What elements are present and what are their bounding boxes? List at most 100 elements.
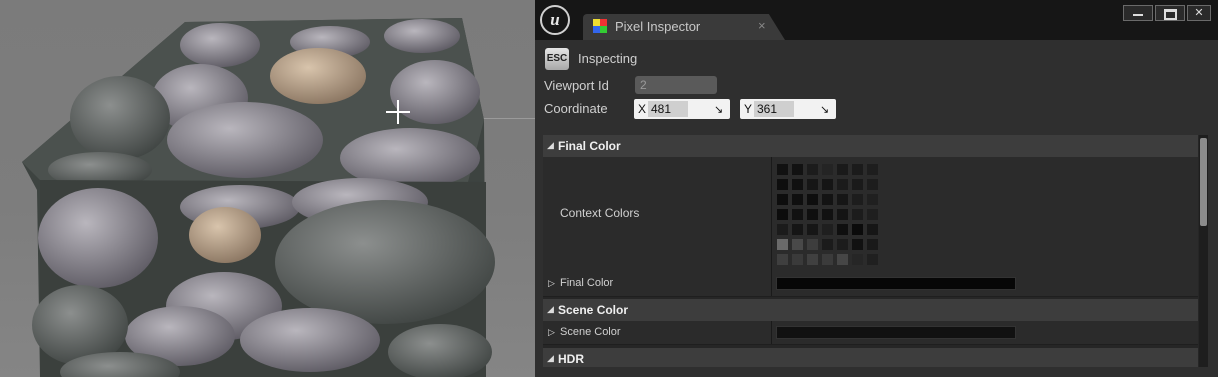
expand-arrow-icon[interactable]: ▷	[548, 327, 555, 338]
context-color-cell	[792, 179, 803, 190]
coordinate-label: Coordinate	[544, 101, 608, 116]
title-bar[interactable]: u Pixel Inspector × ✕	[535, 0, 1218, 40]
context-color-cell	[837, 209, 848, 220]
context-color-cell	[837, 224, 848, 235]
context-color-cell	[822, 224, 833, 235]
context-color-cell	[777, 239, 788, 250]
context-color-cell	[822, 254, 833, 265]
viewport-id-field: 2	[635, 76, 717, 94]
context-color-cell	[867, 209, 878, 220]
context-color-cell	[852, 164, 863, 175]
context-color-cell	[807, 194, 818, 205]
final-color-label: Final Color	[560, 277, 614, 289]
collapse-arrow-icon: ◢	[547, 140, 554, 150]
tab-close-button[interactable]: ×	[758, 18, 766, 33]
context-color-cell	[852, 239, 863, 250]
context-color-cell	[867, 224, 878, 235]
context-color-cell	[837, 179, 848, 190]
context-color-cell	[777, 224, 788, 235]
tab-label: Pixel Inspector	[615, 19, 701, 34]
expand-arrow-icon[interactable]: ▷	[548, 278, 555, 289]
context-color-cell	[807, 164, 818, 175]
context-color-cell	[837, 194, 848, 205]
context-color-cell	[837, 239, 848, 250]
cobblestone-cube	[22, 18, 495, 377]
details-scrollbar[interactable]	[1199, 135, 1208, 367]
context-color-cell	[792, 164, 803, 175]
context-color-cell	[867, 164, 878, 175]
column-divider	[771, 157, 772, 271]
context-color-cell	[792, 224, 803, 235]
context-color-cell	[852, 179, 863, 190]
context-color-cell	[822, 209, 833, 220]
context-color-cell	[807, 224, 818, 235]
final-color-row[interactable]: ▷ Final Color	[543, 271, 1198, 297]
context-colors-label: Context Colors	[560, 206, 640, 220]
context-color-cell	[822, 194, 833, 205]
y-drag-arrow-icon[interactable]: ↘	[820, 103, 829, 116]
minimize-button[interactable]	[1123, 5, 1153, 21]
context-color-cell	[837, 254, 848, 265]
context-color-cell	[807, 209, 818, 220]
context-color-cell	[867, 254, 878, 265]
tab-pixel-inspector[interactable]: Pixel Inspector ×	[583, 14, 785, 40]
x-drag-arrow-icon[interactable]: ↘	[714, 103, 723, 116]
pixel-inspector-window: u Pixel Inspector × ✕ ESC Inspecting Vie…	[535, 0, 1218, 377]
context-color-cell	[777, 194, 788, 205]
category-title: Scene Color	[558, 303, 629, 317]
scene-color-row[interactable]: ▷ Scene Color	[543, 321, 1198, 345]
inspecting-status: Inspecting	[578, 51, 638, 66]
context-color-cell	[837, 164, 848, 175]
maximize-button[interactable]	[1155, 5, 1185, 21]
level-viewport[interactable]	[0, 0, 535, 377]
scrollbar-thumb[interactable]	[1200, 138, 1207, 226]
context-color-cell	[807, 239, 818, 250]
category-title: Final Color	[558, 139, 621, 153]
context-color-cell	[777, 209, 788, 220]
context-color-cell	[777, 164, 788, 175]
x-value: 481	[651, 102, 672, 116]
context-colors-row: Context Colors	[543, 157, 1198, 272]
category-scene-color[interactable]: ◢ Scene Color	[543, 299, 1198, 321]
coordinate-y-spinbox[interactable]: Y 361 ↘	[740, 99, 836, 119]
context-color-cell	[822, 179, 833, 190]
column-divider	[771, 271, 772, 296]
context-color-cell	[807, 179, 818, 190]
inspect-crosshair-icon	[386, 100, 410, 124]
column-divider	[771, 321, 772, 344]
context-color-cell	[852, 209, 863, 220]
context-color-cell	[792, 239, 803, 250]
context-color-cell	[867, 239, 878, 250]
category-title: HDR	[558, 352, 584, 366]
context-color-cell	[822, 239, 833, 250]
context-color-cell	[777, 254, 788, 265]
scene-color-label: Scene Color	[560, 326, 621, 338]
collapse-arrow-icon: ◢	[547, 304, 554, 314]
pixel-inspector-icon	[593, 19, 607, 33]
collapse-arrow-icon: ◢	[547, 353, 554, 363]
context-color-cell	[852, 194, 863, 205]
context-color-cell	[807, 254, 818, 265]
inspector-content: ESC Inspecting Viewport Id 2 Coordinate …	[535, 40, 1218, 377]
context-color-cell	[822, 164, 833, 175]
category-hdr[interactable]: ◢ HDR	[543, 348, 1198, 367]
scene-color-swatch	[776, 326, 1016, 339]
esc-button[interactable]: ESC	[545, 48, 569, 70]
details-panel: ◢ Final Color Context Colors ▷ Final Col…	[543, 135, 1208, 367]
unreal-logo-icon: u	[540, 5, 570, 35]
context-color-cell	[852, 224, 863, 235]
context-color-cell	[792, 209, 803, 220]
final-color-swatch	[776, 277, 1016, 290]
context-color-cell	[792, 254, 803, 265]
close-button[interactable]: ✕	[1187, 5, 1211, 21]
x-axis-label: X	[638, 102, 647, 116]
coordinate-x-spinbox[interactable]: X 481 ↘	[634, 99, 730, 119]
y-axis-label: Y	[744, 102, 753, 116]
viewport-id-label: Viewport Id	[544, 78, 609, 93]
category-final-color[interactable]: ◢ Final Color	[543, 135, 1198, 157]
context-color-cell	[867, 194, 878, 205]
context-color-cell	[852, 254, 863, 265]
context-color-cell	[867, 179, 878, 190]
context-color-cell	[792, 194, 803, 205]
y-value: 361	[757, 102, 778, 116]
